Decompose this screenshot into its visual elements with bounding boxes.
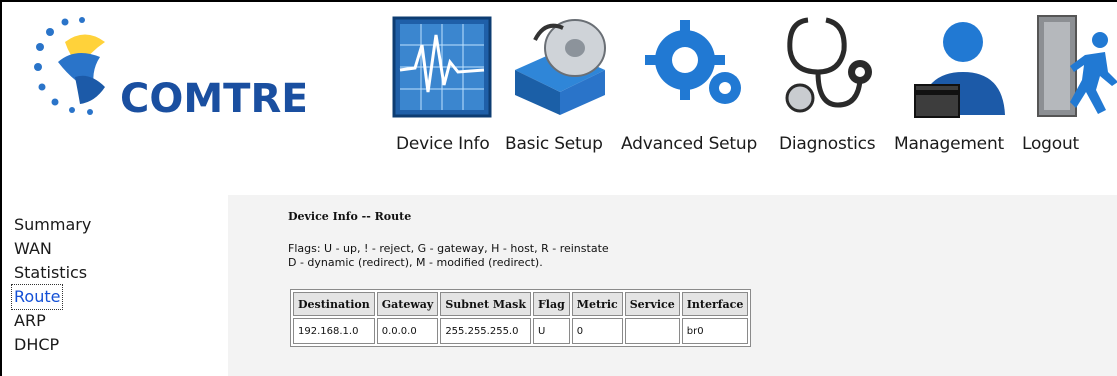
cell-gateway: 0.0.0.0 (376, 318, 439, 344)
col-flag: Flag (532, 292, 570, 316)
flags-legend: Flags: U - up, ! - reject, G - gateway, … (288, 242, 609, 270)
sidebar: Summary WAN Statistics Route ARP DHCP (10, 213, 222, 357)
nav-diagnostics[interactable]: Diagnostics (779, 134, 876, 154)
col-gateway: Gateway (376, 292, 439, 316)
page-title: Device Info -- Route (288, 210, 412, 223)
nav-basic-setup[interactable]: Basic Setup (505, 134, 603, 154)
sidebar-item-route[interactable]: Route (10, 284, 64, 310)
route-table: Destination Gateway Subnet Mask Flag Met… (290, 289, 752, 347)
col-subnet-mask: Subnet Mask (440, 292, 531, 316)
nav-device-info[interactable]: Device Info (396, 134, 490, 154)
col-interface: Interface (681, 292, 749, 316)
basic-setup-icon[interactable] (505, 10, 615, 120)
logout-icon[interactable] (1030, 10, 1117, 120)
flags-line-1: Flags: U - up, ! - reject, G - gateway, … (288, 242, 609, 255)
top-nav: Device Info Basic Setup Advanced Setup D… (0, 0, 1117, 195)
cell-metric: 0 (571, 318, 623, 344)
management-icon[interactable] (905, 10, 1010, 120)
col-service: Service (624, 292, 680, 316)
sidebar-item-statistics[interactable]: Statistics (12, 261, 89, 285)
flags-line-2: D - dynamic (redirect), M - modified (re… (288, 256, 543, 269)
advanced-setup-icon[interactable] (640, 10, 750, 120)
sidebar-item-summary[interactable]: Summary (12, 213, 93, 237)
nav-advanced-setup[interactable]: Advanced Setup (621, 134, 757, 154)
cell-flag: U (532, 318, 570, 344)
cell-destination: 192.168.1.0 (293, 318, 375, 344)
cell-subnet-mask: 255.255.255.0 (440, 318, 531, 344)
main-content: Device Info -- Route Flags: U - up, ! - … (228, 195, 1117, 376)
col-destination: Destination (293, 292, 375, 316)
table-header-row: Destination Gateway Subnet Mask Flag Met… (293, 292, 749, 316)
table-row: 192.168.1.0 0.0.0.0 255.255.255.0 U 0 br… (293, 318, 749, 344)
cell-interface: br0 (681, 318, 749, 344)
cell-service (624, 318, 680, 344)
col-metric: Metric (571, 292, 623, 316)
device-info-icon[interactable] (390, 10, 495, 120)
nav-logout[interactable]: Logout (1022, 134, 1079, 154)
nav-management[interactable]: Management (894, 134, 1004, 154)
diagnostics-icon[interactable] (778, 10, 883, 120)
sidebar-item-wan[interactable]: WAN (12, 237, 54, 261)
sidebar-item-arp[interactable]: ARP (12, 309, 48, 333)
sidebar-item-dhcp[interactable]: DHCP (12, 333, 61, 357)
